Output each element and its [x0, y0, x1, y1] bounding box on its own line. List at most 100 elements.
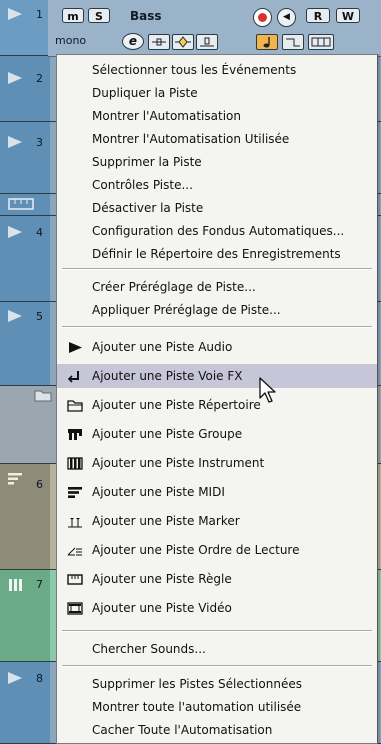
menu-item-hide-all-automation[interactable]: Cacher Toute l'Automatisation: [57, 718, 377, 742]
menu-item-apply-track-preset[interactable]: Appliquer Préréglage de Piste...: [57, 298, 377, 322]
lock-button[interactable]: [308, 34, 334, 50]
menu-item-duplicate-track[interactable]: Dupliquer la Piste: [57, 81, 377, 105]
track-number: 4: [36, 226, 43, 239]
menu-item-label: Dupliquer la Piste: [92, 86, 198, 100]
menu-item-add-ruler-track[interactable]: Ajouter une Piste Règle: [57, 567, 377, 591]
track-strip[interactable]: [0, 122, 50, 193]
menu-item-label: Montrer toute l'automation utilisée: [92, 700, 302, 714]
menu-item-label: Montrer l'Automatisation: [92, 109, 241, 123]
write-automation-button[interactable]: W: [336, 8, 360, 23]
menu-item-add-play-order-track[interactable]: Ajouter une Piste Ordre de Lecture: [57, 538, 377, 562]
track-number: 2: [36, 72, 43, 85]
menu-item-remove-selected-tracks[interactable]: Supprimer les Pistes Sélectionnées: [57, 672, 377, 696]
menu-separator: [62, 665, 372, 667]
audio-track-icon: [8, 72, 22, 84]
track-name[interactable]: Bass: [130, 9, 162, 23]
instrument-track-icon: [9, 579, 22, 591]
menu-item-create-track-preset[interactable]: Créer Préréglage de Piste...: [57, 275, 377, 299]
menu-item-add-marker-track[interactable]: Ajouter une Piste Marker: [57, 509, 377, 533]
menu-item-label: Définir le Répertoire des Enregistrement…: [92, 247, 341, 261]
audio-track-icon: [8, 310, 22, 322]
track-number: 7: [36, 578, 43, 591]
midi-track-icon: [8, 473, 22, 485]
group-track-icon: [68, 429, 82, 440]
fx-channel-icon: [67, 371, 79, 383]
menu-item-add-video-track[interactable]: Ajouter une Piste Vidéo: [57, 596, 377, 620]
marker-track-icon: [68, 518, 82, 528]
menu-separator: [62, 326, 372, 328]
menu-item-label: Créer Préréglage de Piste...: [92, 280, 256, 294]
menu-item-label: Ajouter une Piste Répertoire: [92, 398, 261, 412]
menu-item-label: Chercher Sounds...: [92, 642, 206, 656]
edit-channel-button[interactable]: e: [122, 33, 144, 50]
menu-item-label: Ajouter une Piste Voie FX: [92, 369, 243, 383]
menu-separator: [62, 268, 372, 270]
menu-item-label: Ajouter une Piste Audio: [92, 340, 233, 354]
solo-button[interactable]: S: [88, 8, 110, 23]
eq-bypass-button[interactable]: [172, 34, 194, 50]
audio-track-icon: [8, 8, 22, 20]
monitor-button[interactable]: ◀: [277, 8, 296, 27]
menu-item-track-controls[interactable]: Contrôles Piste...: [57, 173, 377, 197]
menu-item-label: Cacher Toute l'Automatisation: [92, 723, 273, 737]
ruler-track-icon: [67, 574, 83, 585]
audio-track-icon: [8, 672, 22, 684]
record-enable-button[interactable]: [253, 8, 272, 27]
track-number: 1: [36, 8, 43, 21]
ruler-track-icon: [8, 198, 34, 210]
track-strip[interactable]: [0, 386, 52, 463]
menu-item-select-all-events[interactable]: Sélectionner tous les Événements: [57, 58, 377, 82]
read-automation-button[interactable]: R: [306, 8, 330, 23]
context-menu: Sélectionner tous les Événements Dupliqu…: [56, 54, 378, 744]
menu-item-add-instrument-track[interactable]: Ajouter une Piste Instrument: [57, 451, 377, 475]
sends-bypass-button[interactable]: [196, 34, 218, 50]
audio-track-icon: [69, 342, 82, 353]
menu-item-show-all-used-automation[interactable]: Montrer toute l'automation utilisée: [57, 695, 377, 719]
menu-item-remove-track[interactable]: Supprimer la Piste: [57, 150, 377, 174]
menu-item-add-audio-track[interactable]: Ajouter une Piste Audio: [57, 335, 377, 359]
menu-item-show-used-automation[interactable]: Montrer l'Automatisation Utilisée: [57, 127, 377, 151]
menu-item-label: Ajouter une Piste Instrument: [92, 456, 265, 470]
menu-item-label: Ajouter une Piste Règle: [92, 572, 232, 586]
menu-item-label: Configuration des Fondus Automatiques...: [92, 224, 345, 238]
track-number: 5: [36, 310, 43, 323]
channel-mode-label: mono: [55, 34, 87, 47]
grid-icon: [311, 37, 331, 47]
track-number: 6: [36, 478, 43, 491]
menu-item-label: Supprimer la Piste: [92, 155, 202, 169]
menu-item-label: Supprimer les Pistes Sélectionnées: [92, 677, 302, 691]
audio-track-icon: [8, 136, 22, 148]
eq-bypass-icon: [175, 36, 191, 48]
sends-bypass-icon: [200, 37, 214, 47]
menu-item-add-folder-track[interactable]: Ajouter une Piste Répertoire: [57, 393, 377, 417]
midi-track-icon: [68, 487, 82, 498]
insert-bypass-button[interactable]: [148, 34, 170, 50]
note-icon: [263, 37, 270, 48]
lane-icon: [286, 38, 300, 47]
menu-item-label: Ajouter une Piste Marker: [92, 514, 240, 528]
menu-item-label: Désactiver la Piste: [92, 201, 204, 215]
timebase-button[interactable]: [256, 34, 278, 50]
track-number: 8: [36, 672, 43, 685]
menu-item-show-automation[interactable]: Montrer l'Automatisation: [57, 104, 377, 128]
menu-item-auto-fades-settings[interactable]: Configuration des Fondus Automatiques...: [57, 219, 377, 243]
mouse-cursor-icon: [259, 377, 276, 403]
menu-item-label: Appliquer Préréglage de Piste...: [92, 303, 281, 317]
menu-item-set-record-folder[interactable]: Définir le Répertoire des Enregistrement…: [57, 242, 377, 266]
menu-item-add-group-track[interactable]: Ajouter une Piste Groupe: [57, 422, 377, 446]
mute-button[interactable]: m: [62, 8, 84, 23]
menu-item-disable-track[interactable]: Désactiver la Piste: [57, 196, 377, 220]
menu-item-label: Ajouter une Piste Ordre de Lecture: [92, 543, 300, 557]
menu-item-label: Sélectionner tous les Événements: [92, 63, 297, 77]
menu-item-add-fx-channel-track[interactable]: Ajouter une Piste Voie FX: [57, 364, 377, 388]
menu-item-search-sounds[interactable]: Chercher Sounds...: [57, 637, 377, 661]
video-track-icon: [67, 602, 83, 615]
insert-bypass-icon: [152, 38, 166, 46]
menu-item-add-midi-track[interactable]: Ajouter une Piste MIDI: [57, 480, 377, 504]
instrument-track-icon: [67, 457, 83, 470]
play-order-icon: [67, 547, 82, 556]
menu-item-label: Ajouter une Piste Groupe: [92, 427, 243, 441]
track-strip[interactable]: [0, 194, 50, 215]
lane-button[interactable]: [282, 34, 304, 50]
track-strip[interactable]: [0, 56, 50, 121]
